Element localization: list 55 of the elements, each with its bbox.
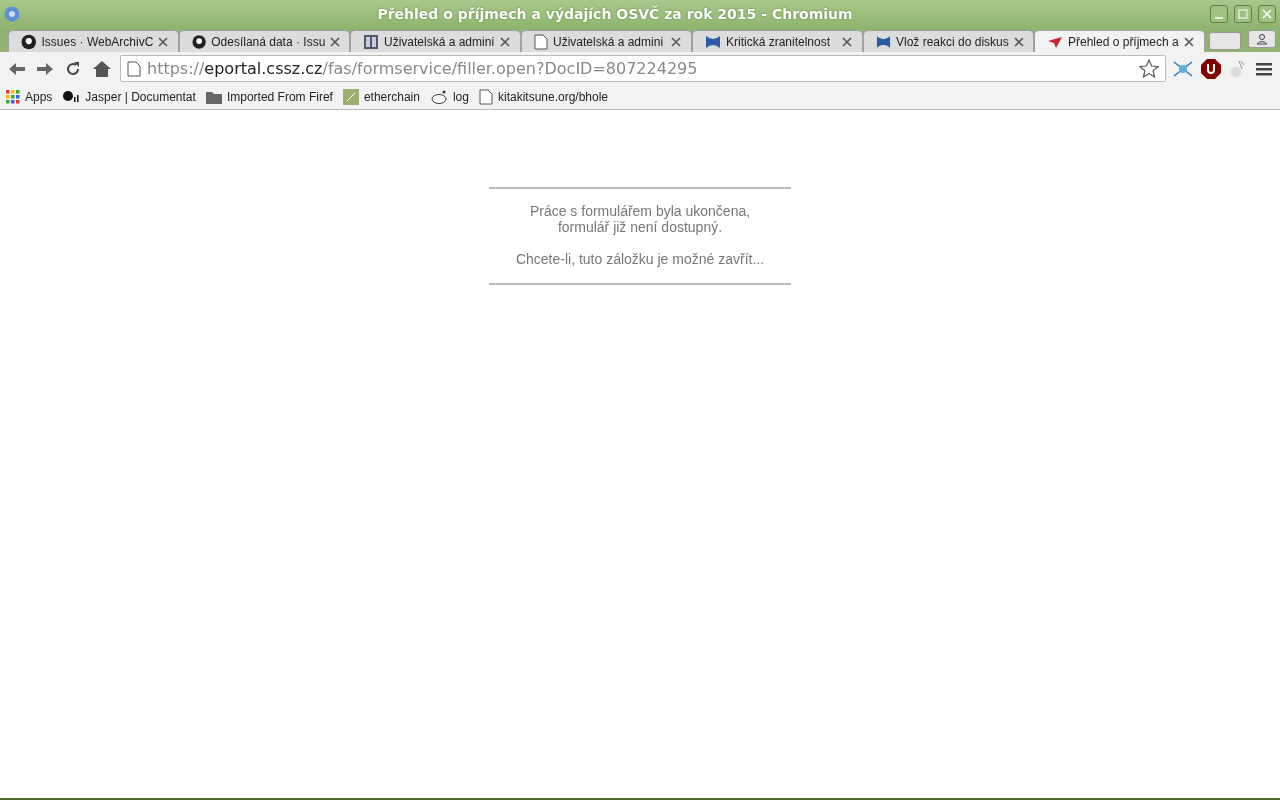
bookmark-link[interactable]: kitakitsune.org/bhole xyxy=(478,89,609,105)
profile-icon[interactable] xyxy=(1248,30,1276,48)
network-icon[interactable] xyxy=(1172,58,1194,79)
browser-tab[interactable]: Kritická zranitelnost xyxy=(692,30,863,52)
browser-logo-icon xyxy=(4,6,20,22)
shield-icon[interactable] xyxy=(1200,57,1222,80)
maximize-button[interactable] xyxy=(1234,5,1252,23)
browser-tab[interactable]: Vlož reakci do diskus xyxy=(863,30,1034,52)
tab-title: Issues · WebArchivC xyxy=(41,34,154,49)
page-icon xyxy=(127,60,141,77)
minimize-button[interactable] xyxy=(1210,5,1228,23)
menu-icon xyxy=(1256,60,1272,77)
back-arrow-icon xyxy=(8,61,26,76)
close-tab-icon[interactable] xyxy=(1013,36,1024,47)
close-tab-icon[interactable] xyxy=(671,36,681,47)
close-button[interactable] xyxy=(1258,5,1276,23)
url-text: https://eportal.cssz.cz/fas/formservice/filler.open?DocID=807224295 xyxy=(147,59,699,78)
close-tab-icon[interactable] xyxy=(842,36,852,47)
tab-title: Kritická zranitelnost xyxy=(726,34,832,49)
window-title: Přehled o příjmech a výdajích OSVČ za rok 2015 - Chromium xyxy=(376,6,854,22)
reload-icon xyxy=(64,59,82,78)
address-bar[interactable]: https://eportal.cssz.cz/fas/formservice/filler.open?DocID=807224295 xyxy=(120,55,1166,82)
close-icon xyxy=(1262,9,1272,19)
bookmark-link[interactable]: Apps xyxy=(6,90,53,104)
tab-title: Vlož reakci do diskus xyxy=(896,34,1009,49)
folder-icon xyxy=(205,90,222,104)
browser-tab[interactable]: Uživatelská a admini xyxy=(521,30,692,52)
bookmark-link[interactable]: log xyxy=(429,90,469,104)
close-tab-icon[interactable] xyxy=(158,36,169,47)
tab-title: Uživatelská a admini xyxy=(553,34,665,49)
browser-tab[interactable]: Uživatelská a admini xyxy=(350,30,521,52)
home-icon xyxy=(92,59,112,78)
hint-text: Chcete-li, tuto záložku je možné zavřít... xyxy=(515,251,765,267)
tab-title: Přehled o příjmech a xyxy=(1068,34,1179,49)
minimize-icon xyxy=(1215,17,1223,19)
page-icon xyxy=(534,33,548,50)
maximize-icon xyxy=(1238,9,1248,19)
close-tab-icon[interactable] xyxy=(330,36,341,47)
bookmark-link[interactable]: etherchain xyxy=(342,89,420,105)
forward-arrow-icon xyxy=(36,61,54,76)
browser-tab[interactable]: Issues · WebArchivC xyxy=(8,30,179,52)
message-text: formulář již není dostupný. xyxy=(557,219,723,235)
bookmark-link[interactable]: Imported From Firef xyxy=(205,90,333,104)
browser-tab[interactable]: Přehled o příjmech a xyxy=(1034,30,1205,52)
book-icon xyxy=(363,33,379,50)
bookmark-link[interactable]: Jasper | Documentat xyxy=(62,90,196,104)
tab-title: Uživatelská a admini xyxy=(384,34,495,49)
star-icon[interactable] xyxy=(1139,58,1159,79)
message-text: Práce s formulářem byla ukončena, xyxy=(529,203,751,219)
page-icon xyxy=(478,89,493,105)
apps-grid-icon xyxy=(6,90,20,104)
browser-tab[interactable]: Odesílaná data · Issu xyxy=(179,30,350,52)
close-tab-icon[interactable] xyxy=(1184,36,1194,47)
close-tab-icon[interactable] xyxy=(500,36,510,47)
tab-title: Odesílaná data · Issu xyxy=(211,34,326,49)
